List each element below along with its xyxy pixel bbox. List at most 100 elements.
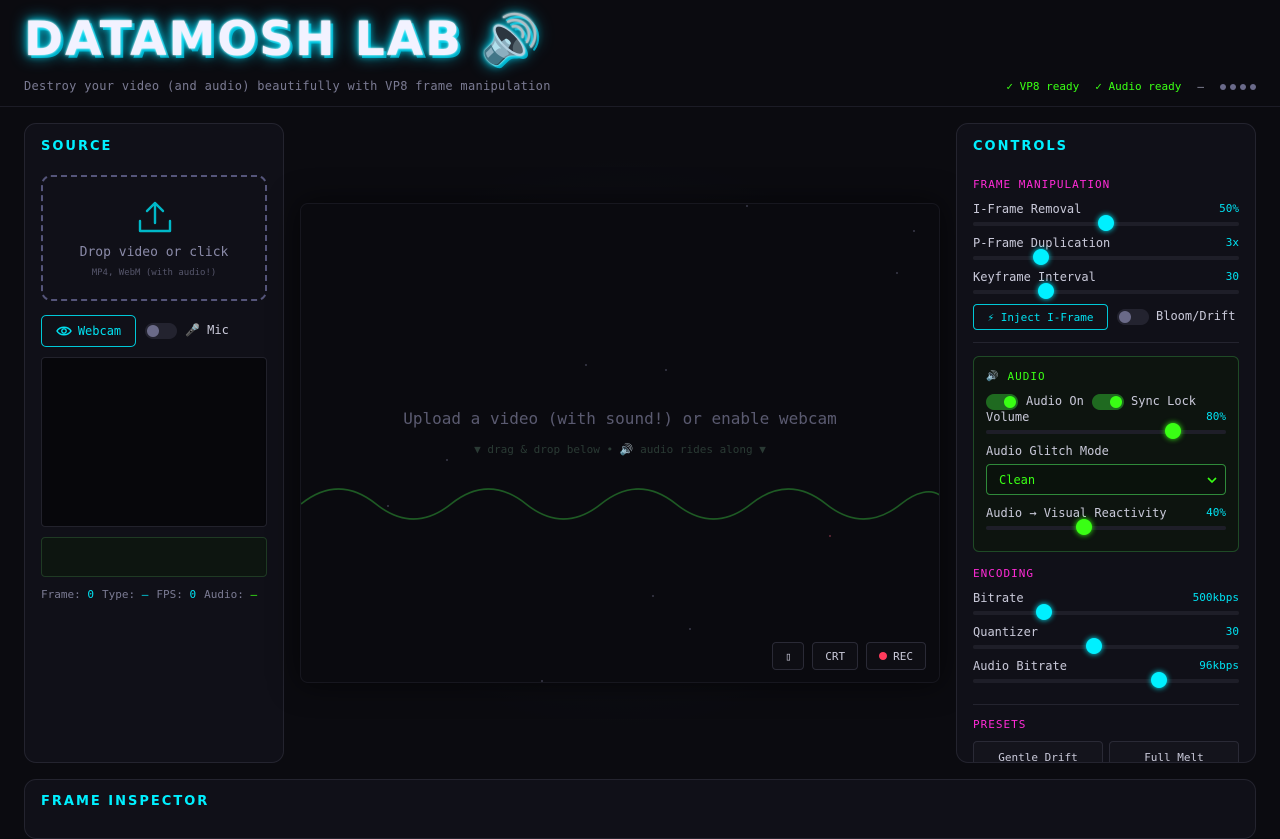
frame-inspector-title: FRAME INSPECTOR bbox=[41, 794, 210, 809]
quantizer-slider[interactable]: Quantizer 30 bbox=[973, 625, 1239, 659]
speaker-icon: 🔊 bbox=[481, 12, 542, 67]
keyframe-interval-value: 30 bbox=[1225, 270, 1239, 283]
frame-inspector-panel: FRAME INSPECTOR bbox=[24, 779, 1256, 839]
audio-bitrate-value: 96kbps bbox=[1199, 659, 1239, 672]
status-dash: — bbox=[1197, 80, 1204, 93]
eye-icon bbox=[55, 326, 72, 336]
stage-message: Upload a video (with sound!) or enable w… bbox=[403, 409, 837, 428]
slider-thumb[interactable] bbox=[1150, 672, 1167, 688]
audio-heading-text: AUDIO bbox=[1007, 370, 1046, 383]
stage-buttons: ▯ CRT REC bbox=[772, 642, 926, 670]
glitch-mode-select[interactable]: Clean bbox=[986, 464, 1226, 495]
inject-iframe-button[interactable]: ⚡ Inject I-Frame bbox=[973, 304, 1108, 330]
app-title-text: DATAMOSH LAB bbox=[24, 12, 463, 67]
slider-thumb[interactable] bbox=[1085, 638, 1102, 654]
app-header: DATAMOSH LAB 🔊 Destroy your video (and a… bbox=[0, 0, 1280, 107]
presets-heading: PRESETS bbox=[973, 718, 1027, 731]
frame-value: 0 bbox=[87, 588, 94, 601]
glitch-mode-label: Audio Glitch Mode bbox=[986, 444, 1109, 458]
audio-on-toggle[interactable] bbox=[986, 394, 1018, 410]
audio-status: ✓ Audio ready bbox=[1095, 80, 1182, 93]
loading-dots-icon bbox=[1220, 83, 1256, 90]
bloom-drift-toggle[interactable] bbox=[1117, 309, 1149, 325]
app-subtitle: Destroy your video (and audio) beautiful… bbox=[24, 79, 551, 93]
audio-bitrate-slider[interactable]: Audio Bitrate 96kbps bbox=[973, 659, 1239, 693]
slider-thumb[interactable] bbox=[1033, 249, 1049, 265]
video-stage[interactable]: Upload a video (with sound!) or enable w… bbox=[300, 203, 940, 683]
webcam-button[interactable]: Webcam bbox=[41, 315, 136, 347]
pframe-duplication-slider[interactable]: P-Frame Duplication 3x bbox=[973, 236, 1239, 270]
sync-lock-toggle[interactable] bbox=[1092, 394, 1124, 410]
slider-thumb[interactable] bbox=[1165, 423, 1182, 439]
keyframe-interval-label: Keyframe Interval bbox=[973, 270, 1096, 284]
source-panel: SOURCE Drop video or click MP4, WebM (wi… bbox=[24, 123, 284, 763]
frame-manipulation-heading: FRAME MANIPULATION bbox=[973, 178, 1111, 191]
stage-hint: ▼ drag & drop below • 🔊 audio rides alon… bbox=[474, 443, 766, 456]
iframe-removal-value: 50% bbox=[1219, 202, 1239, 215]
status-bar: ✓ VP8 ready ✓ Audio ready — bbox=[1006, 80, 1256, 93]
chevron-down-icon bbox=[1207, 477, 1217, 484]
fps-value: 0 bbox=[189, 588, 197, 601]
mic-toggle[interactable] bbox=[145, 323, 177, 339]
iframe-removal-label: I-Frame Removal bbox=[973, 202, 1082, 216]
pframe-duplication-value: 3x bbox=[1225, 236, 1239, 249]
source-title: SOURCE bbox=[41, 139, 113, 154]
slider-thumb[interactable] bbox=[1035, 604, 1052, 620]
slider-thumb[interactable] bbox=[1098, 215, 1114, 231]
audio-meter bbox=[41, 537, 267, 577]
dropzone-label: Drop video or click bbox=[79, 245, 229, 260]
source-preview bbox=[41, 357, 267, 527]
fullscreen-icon: ▯ bbox=[784, 649, 792, 663]
frame-label: Frame: bbox=[41, 588, 81, 601]
controls-title: CONTROLS bbox=[973, 139, 1069, 154]
volume-label: Volume bbox=[986, 410, 1030, 424]
fps-label: FPS: bbox=[156, 588, 183, 601]
type-value: — bbox=[141, 588, 149, 601]
preset-gentle-drift-button[interactable]: Gentle Drift bbox=[973, 741, 1103, 762]
bitrate-label: Bitrate bbox=[973, 591, 1024, 605]
bitrate-slider[interactable]: Bitrate 500kbps bbox=[973, 591, 1239, 625]
source-stats: Frame: 0 Type: — FPS: 0 Audio: — bbox=[41, 588, 257, 601]
record-dot-icon bbox=[879, 652, 888, 660]
audio-stat-label: Audio: bbox=[204, 588, 244, 601]
volume-value: 80% bbox=[1206, 410, 1226, 423]
controls-panel: CONTROLS FRAME MANIPULATION I-Frame Remo… bbox=[956, 123, 1256, 763]
slider-thumb[interactable] bbox=[1038, 283, 1054, 299]
pframe-duplication-label: P-Frame Duplication bbox=[973, 236, 1111, 250]
app-title: DATAMOSH LAB 🔊 bbox=[24, 12, 542, 67]
reactivity-label: Audio → Visual Reactivity bbox=[986, 506, 1167, 520]
quantizer-value: 30 bbox=[1225, 625, 1239, 638]
volume-slider[interactable]: Volume 80% bbox=[986, 410, 1226, 444]
divider bbox=[973, 342, 1239, 343]
rec-label: REC bbox=[893, 649, 913, 663]
rec-button[interactable]: REC bbox=[866, 642, 926, 670]
reactivity-value: 40% bbox=[1206, 506, 1226, 519]
audio-bitrate-label: Audio Bitrate bbox=[973, 659, 1067, 673]
upload-icon bbox=[138, 201, 172, 233]
preset-full-melt-button[interactable]: Full Melt bbox=[1109, 741, 1239, 762]
webcam-label: Webcam bbox=[77, 324, 122, 338]
keyframe-interval-slider[interactable]: Keyframe Interval 30 bbox=[973, 270, 1239, 304]
bitrate-value: 500kbps bbox=[1192, 591, 1239, 604]
reactivity-slider[interactable]: Audio → Visual Reactivity 40% bbox=[986, 506, 1226, 540]
audio-stat-value: — bbox=[250, 588, 258, 601]
video-dropzone[interactable]: Drop video or click MP4, WebM (with audi… bbox=[41, 175, 267, 301]
audio-on-label: Audio On bbox=[1026, 394, 1084, 408]
encoding-heading: ENCODING bbox=[973, 567, 1034, 580]
audio-heading: 🔊 AUDIO bbox=[986, 370, 1046, 383]
sync-lock-label: Sync Lock bbox=[1131, 394, 1197, 408]
mic-label: 🎤 Mic bbox=[185, 323, 229, 337]
speaker-icon: 🔊 bbox=[986, 371, 1000, 382]
audio-waveform bbox=[301, 488, 939, 520]
bloom-drift-label: Bloom/Drift bbox=[1156, 309, 1236, 323]
crt-button[interactable]: CRT bbox=[812, 642, 859, 670]
type-label: Type: bbox=[102, 588, 136, 601]
crt-label: CRT bbox=[825, 649, 846, 663]
fullscreen-button[interactable]: ▯ bbox=[772, 642, 805, 670]
divider bbox=[973, 704, 1239, 705]
vp8-status: ✓ VP8 ready bbox=[1006, 80, 1080, 93]
iframe-removal-slider[interactable]: I-Frame Removal 50% bbox=[973, 202, 1239, 236]
slider-thumb[interactable] bbox=[1075, 519, 1092, 535]
dropzone-formats: MP4, WebM (with audio!) bbox=[91, 268, 217, 278]
audio-section: 🔊 AUDIO Audio On Sync Lock Volume 80% Au… bbox=[973, 356, 1239, 552]
